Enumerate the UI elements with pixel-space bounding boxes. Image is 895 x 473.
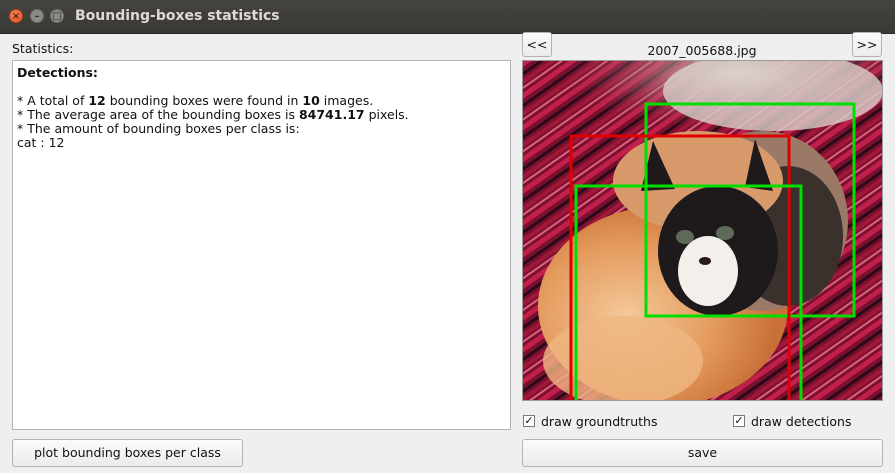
total-images-value: 10 (302, 93, 320, 108)
average-area-line: * The average area of the bounding boxes… (17, 107, 409, 122)
close-icon[interactable]: × (9, 9, 23, 23)
window-title: Bounding-boxes statistics (75, 8, 280, 24)
total-boxes-line: * A total of 12 bounding boxes were foun… (17, 93, 374, 108)
maximize-icon[interactable]: □ (50, 9, 64, 23)
per-class-heading: * The amount of bounding boxes per class… (17, 121, 300, 136)
cat-photo (523, 61, 882, 400)
minimize-icon[interactable]: – (30, 9, 44, 23)
save-button[interactable]: save (522, 439, 883, 467)
draw-detections-label[interactable]: draw detections (751, 414, 851, 429)
next-image-button[interactable]: >> (852, 32, 882, 57)
total-boxes-value: 12 (88, 93, 106, 108)
title-bar: × – □ Bounding-boxes statistics (0, 0, 895, 34)
draw-groundtruths-checkbox[interactable]: ✓ (523, 415, 535, 427)
cat-eye-left (676, 230, 694, 244)
detections-heading: Detections: (17, 65, 98, 80)
plot-bounding-boxes-button[interactable]: plot bounding boxes per class (12, 439, 243, 467)
image-filename: 2007_005688.jpg (647, 43, 757, 58)
draw-groundtruths-label[interactable]: draw groundtruths (541, 414, 657, 429)
class-count-cat: cat : 12 (17, 135, 65, 150)
previous-image-button[interactable]: << (522, 32, 552, 57)
cat-eye-right (716, 226, 734, 240)
average-area-value: 84741.17 (298, 107, 365, 122)
statistics-label: Statistics: (12, 41, 74, 56)
statistics-text-area[interactable]: Detections: * A total of 12 bounding box… (12, 60, 511, 430)
image-preview (522, 60, 883, 401)
draw-detections-checkbox[interactable]: ✓ (733, 415, 745, 427)
